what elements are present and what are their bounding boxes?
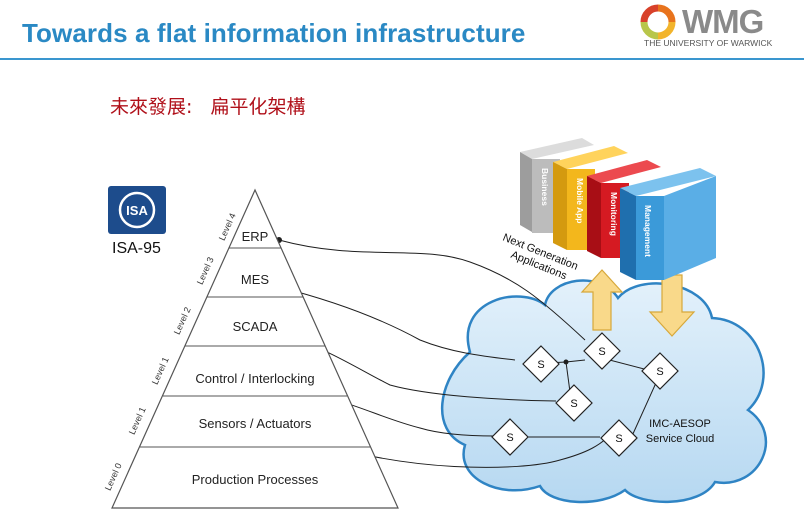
svg-text:S: S (506, 432, 513, 444)
app-label-mobile-app: Mobile App (575, 178, 585, 223)
pyramid-layer-production: Production Processes (192, 472, 319, 487)
level-label-control: Level 1 (150, 355, 171, 386)
cloud-label-line2: Service Cloud (646, 433, 714, 445)
level-label-mes: Level 3 (195, 255, 216, 286)
pyramid-layer-erp: ERP (242, 229, 269, 244)
svg-text:S: S (615, 433, 622, 445)
svg-text:S: S (570, 398, 577, 410)
app-label-business: Business (540, 168, 550, 206)
app-label-management: Management (643, 205, 653, 257)
svg-text:S: S (537, 359, 544, 371)
svg-text:S: S (656, 366, 663, 378)
level-label-sensors: Level 1 (127, 405, 148, 436)
pyramid-layer-scada: SCADA (233, 319, 278, 334)
pyramid-layer-control: Control / Interlocking (195, 371, 314, 386)
pyramid-layer-sensors: Sensors / Actuators (199, 416, 312, 431)
app-label-monitoring: Monitoring (609, 192, 619, 236)
isa95-pyramid: ERP MES SCADA Control / Interlocking Sen… (103, 188, 399, 509)
app-block-management: Management (620, 168, 716, 280)
cloud-label-line1: IMC-AESOP (649, 418, 711, 430)
level-label-scada: Level 2 (172, 305, 193, 336)
pyramid-layer-mes: MES (241, 272, 270, 287)
architecture-diagram: IMC-AESOP Service Cloud Next Generation … (103, 138, 768, 509)
svg-text:S: S (598, 346, 605, 358)
